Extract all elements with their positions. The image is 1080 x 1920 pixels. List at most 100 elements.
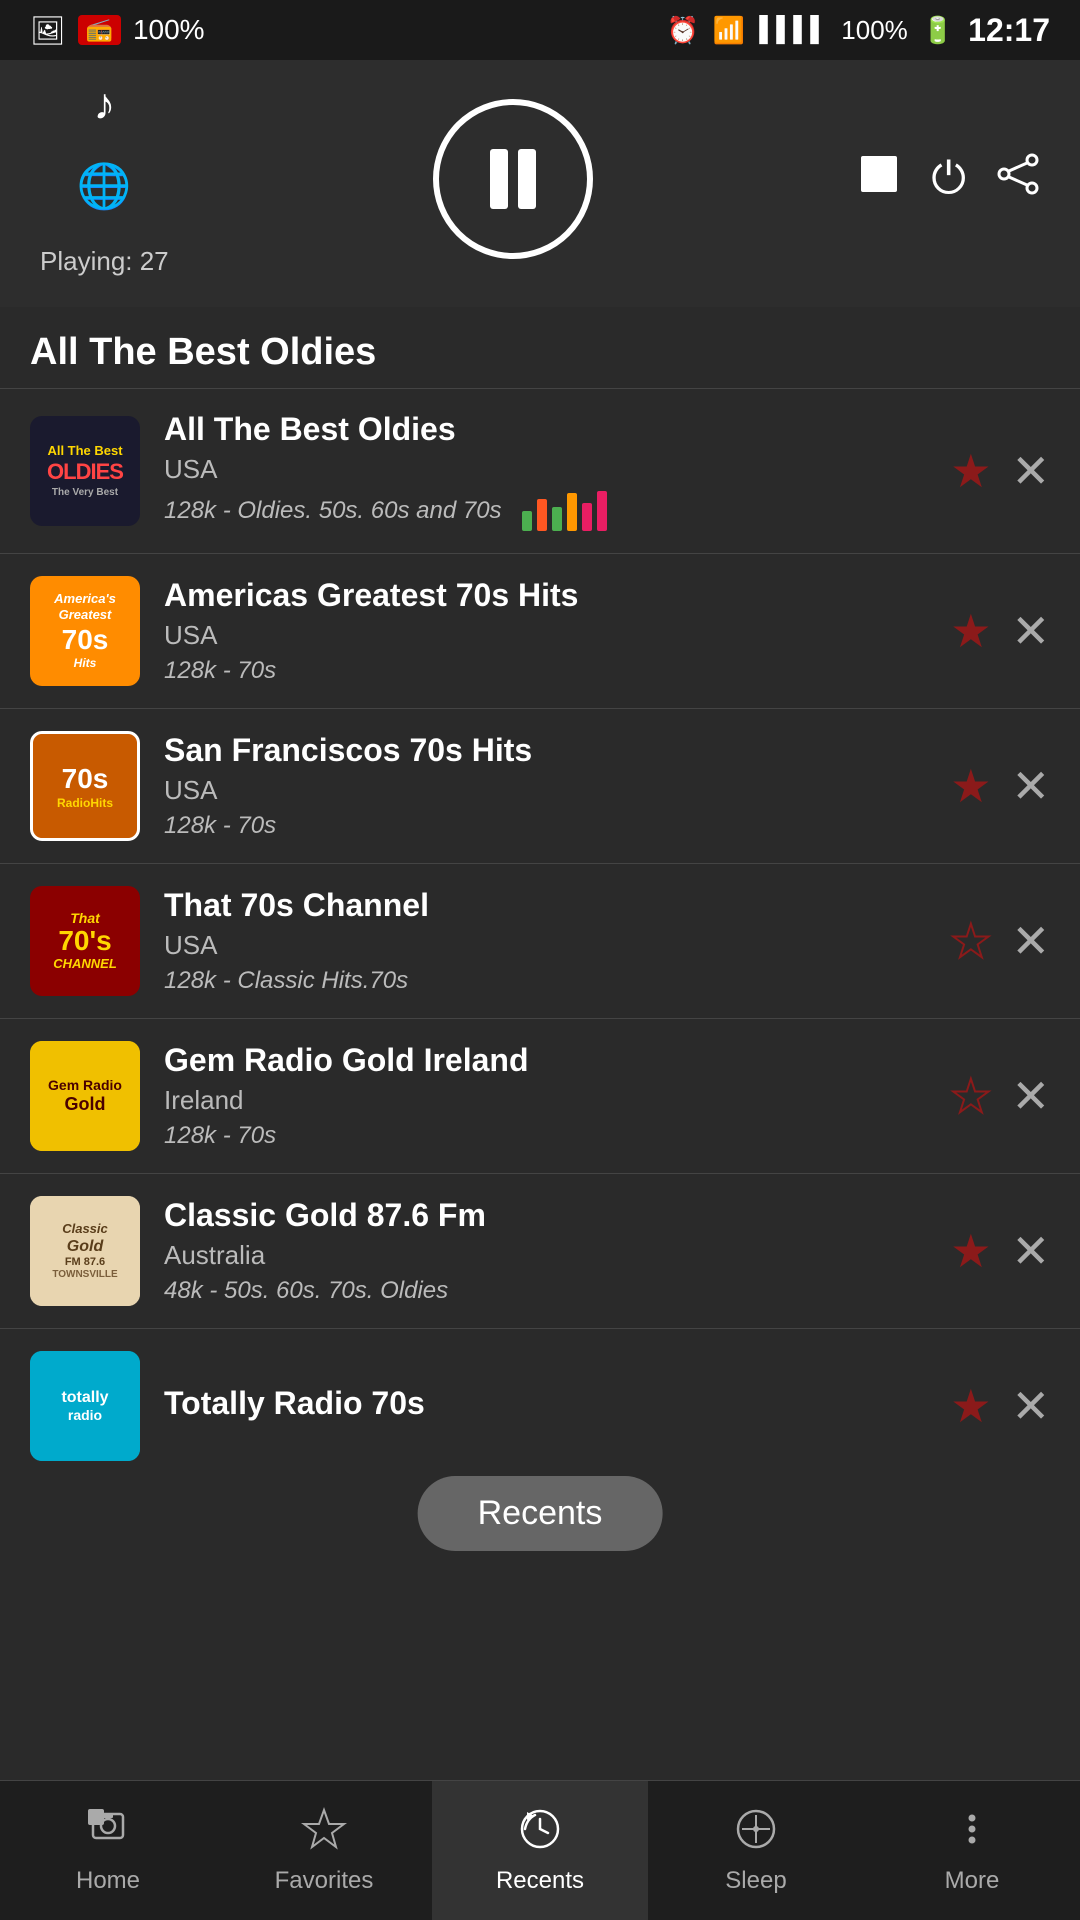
- status-time: 12:17: [968, 12, 1050, 49]
- status-bar: 🖼 📻 100% ⏰ 📶 ▌▌▌▌ 100% 🔋 12:17: [0, 0, 1080, 60]
- app-icon: 📻: [78, 15, 121, 45]
- station-name: Americas Greatest 70s Hits: [164, 577, 926, 614]
- nav-item-home[interactable]: Home: [0, 1781, 216, 1920]
- list-item[interactable]: Classic Gold FM 87.6 TOWNSVILLE Classic …: [0, 1173, 1080, 1328]
- list-item[interactable]: totally radio Totally Radio 70s ★ ✕: [0, 1328, 1080, 1471]
- station-country: USA: [164, 454, 926, 485]
- station-actions: ★ ✕: [950, 1383, 1050, 1429]
- list-item[interactable]: Gem Radio Gold Gem Radio Gold Ireland Ir…: [0, 1018, 1080, 1173]
- status-number: 100%: [133, 14, 205, 46]
- remove-button[interactable]: ✕: [1011, 918, 1050, 964]
- station-actions: ★ ✕: [950, 448, 1050, 494]
- station-country: USA: [164, 620, 926, 651]
- nav-label-favorites: Favorites: [275, 1867, 374, 1895]
- nav-item-favorites[interactable]: Favorites: [216, 1781, 432, 1920]
- share-button[interactable]: [996, 152, 1040, 206]
- recents-tooltip: Recents: [418, 1476, 663, 1551]
- station-name: All The Best Oldies: [164, 411, 926, 448]
- station-name: San Franciscos 70s Hits: [164, 732, 926, 769]
- station-logo: 70s RadioHits: [30, 731, 140, 841]
- list-item[interactable]: All The Best OLDIES The Very Best All Th…: [0, 388, 1080, 553]
- equalizer-bars: [522, 491, 607, 531]
- remove-button[interactable]: ✕: [1011, 763, 1050, 809]
- alarm-icon: ⏰: [667, 15, 699, 46]
- favorite-button[interactable]: ★: [950, 1228, 991, 1274]
- station-country: USA: [164, 930, 926, 961]
- player-header: ♪ 🌐 Playing: 27 ⏻: [0, 60, 1080, 307]
- station-name: Totally Radio 70s: [164, 1385, 926, 1422]
- station-info: Americas Greatest 70s Hits USA 128k - 70…: [164, 577, 926, 685]
- list-item[interactable]: America's Greatest 70s Hits Americas Gre…: [0, 553, 1080, 708]
- nav-item-recents[interactable]: Recents: [432, 1781, 648, 1920]
- nav-label-more: More: [945, 1867, 1000, 1895]
- nav-label-sleep: Sleep: [725, 1867, 786, 1895]
- pause-button[interactable]: [433, 99, 593, 259]
- station-logo: That 70's CHANNEL: [30, 886, 140, 996]
- station-country: USA: [164, 775, 926, 806]
- station-actions: ★ ✕: [950, 918, 1050, 964]
- station-logo: America's Greatest 70s Hits: [30, 576, 140, 686]
- station-info: That 70s Channel USA 128k - Classic Hits…: [164, 887, 926, 995]
- remove-button[interactable]: ✕: [1011, 608, 1050, 654]
- station-actions: ★ ✕: [950, 1228, 1050, 1274]
- favorite-button[interactable]: ★: [950, 608, 991, 654]
- recents-icon: [517, 1806, 563, 1859]
- station-info: All The Best Oldies USA 128k - Oldies. 5…: [164, 411, 926, 531]
- home-icon: [85, 1806, 131, 1859]
- favorite-button[interactable]: ★: [950, 448, 991, 494]
- music-note-icon[interactable]: ♪: [93, 80, 115, 130]
- player-right-controls: ⏻: [857, 152, 1040, 206]
- sleep-icon: [733, 1806, 779, 1859]
- remove-button[interactable]: ✕: [1011, 1383, 1050, 1429]
- favorite-button[interactable]: ★: [950, 1383, 991, 1429]
- pause-icon: [490, 149, 536, 209]
- station-name: That 70s Channel: [164, 887, 926, 924]
- station-info: Gem Radio Gold Ireland Ireland 128k - 70…: [164, 1042, 926, 1150]
- photo-icon: 🖼: [30, 14, 66, 47]
- station-bitrate: 128k - 70s: [164, 657, 926, 685]
- station-country: Ireland: [164, 1085, 926, 1116]
- station-actions: ★ ✕: [950, 608, 1050, 654]
- nav-item-sleep[interactable]: Sleep: [648, 1781, 864, 1920]
- station-actions: ★ ✕: [950, 1073, 1050, 1119]
- remove-button[interactable]: ✕: [1011, 1228, 1050, 1274]
- stop-button[interactable]: [857, 152, 901, 206]
- bottom-navigation: Home Favorites Recents: [0, 1780, 1080, 1920]
- nav-label-home: Home: [76, 1867, 140, 1895]
- player-left-controls: ♪ 🌐 Playing: 27: [40, 80, 169, 277]
- station-bitrate: 128k - 70s: [164, 1122, 926, 1150]
- station-bitrate: 48k - 50s. 60s. 70s. Oldies: [164, 1277, 926, 1305]
- favorites-icon: [301, 1806, 347, 1859]
- station-name: Gem Radio Gold Ireland: [164, 1042, 926, 1079]
- remove-button[interactable]: ✕: [1011, 1073, 1050, 1119]
- power-button[interactable]: ⏻: [931, 154, 966, 204]
- list-item[interactable]: That 70's CHANNEL That 70s Channel USA 1…: [0, 863, 1080, 1018]
- station-info: Classic Gold 87.6 Fm Australia 48k - 50s…: [164, 1197, 926, 1305]
- station-info: Totally Radio 70s: [164, 1385, 926, 1428]
- section-title: All The Best Oldies: [0, 307, 1080, 388]
- station-logo: All The Best OLDIES The Very Best: [30, 416, 140, 526]
- station-actions: ★ ✕: [950, 763, 1050, 809]
- station-logo: Gem Radio Gold: [30, 1041, 140, 1151]
- wifi-icon: 📶: [713, 15, 745, 46]
- station-bitrate: 128k - Classic Hits.70s: [164, 967, 926, 995]
- remove-button[interactable]: ✕: [1011, 448, 1050, 494]
- status-right: ⏰ 📶 ▌▌▌▌ 100% 🔋 12:17: [667, 12, 1050, 49]
- nav-item-more[interactable]: More: [864, 1781, 1080, 1920]
- station-bitrate: 128k - Oldies. 50s. 60s and 70s: [164, 497, 502, 525]
- station-logo: totally radio: [30, 1351, 140, 1461]
- favorite-button[interactable]: ★: [950, 1073, 991, 1119]
- station-info: San Franciscos 70s Hits USA 128k - 70s: [164, 732, 926, 840]
- list-item[interactable]: 70s RadioHits San Franciscos 70s Hits US…: [0, 708, 1080, 863]
- station-name: Classic Gold 87.6 Fm: [164, 1197, 926, 1234]
- more-icon: [949, 1806, 995, 1859]
- station-bitrate: 128k - 70s: [164, 812, 926, 840]
- favorite-button[interactable]: ★: [950, 918, 991, 964]
- playing-label: Playing: 27: [40, 246, 169, 277]
- favorite-button[interactable]: ★: [950, 763, 991, 809]
- globe-icon[interactable]: 🌐: [77, 160, 132, 212]
- battery-icon: 🔋: [922, 15, 954, 46]
- signal-icon: ▌▌▌▌: [759, 16, 827, 44]
- station-country: Australia: [164, 1240, 926, 1271]
- station-logo: Classic Gold FM 87.6 TOWNSVILLE: [30, 1196, 140, 1306]
